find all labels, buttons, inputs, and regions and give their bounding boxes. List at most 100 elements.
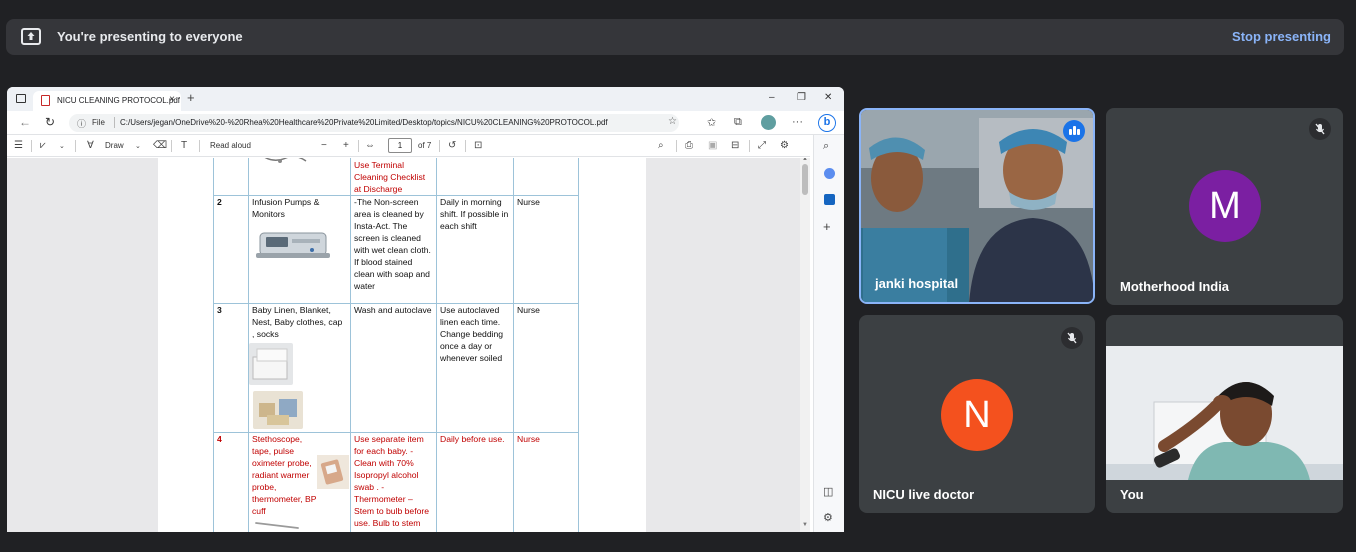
row-number: 4 [213, 432, 249, 532]
more-menu-icon[interactable]: ··· [792, 116, 803, 128]
item-text: Baby Linen, Blanket, Nest, Baby clothes,… [252, 305, 343, 339]
item-text: Stethoscope, tape, pulse oximeter probe,… [252, 434, 317, 516]
toolbar-divider [749, 140, 750, 152]
method-cell: Use separate item for each baby. -Clean … [350, 432, 437, 532]
pdf-toolbar: ☰ ⩗ ⌄ ∀ Draw ⌄ ⌫ T Read aloud − + ⇔ 1 of… [7, 135, 810, 157]
frequency-cell: Daily in morning shift. If possible in e… [436, 195, 514, 304]
print-icon[interactable]: ⎙ [685, 140, 693, 151]
favorites-icon[interactable]: ✩ [707, 116, 716, 129]
save-icon[interactable]: ▣ [708, 140, 717, 151]
tab-actions-icon[interactable] [16, 94, 26, 103]
zoom-in-button[interactable]: + [343, 140, 349, 151]
alcohol-swab-image [317, 455, 349, 489]
table-row: 3 Baby Linen, Blanket, Nest, Baby clothe… [213, 303, 579, 433]
tab-close-icon[interactable]: × [169, 94, 175, 105]
side-app-icon[interactable] [824, 168, 835, 179]
tab-nicu-pdf[interactable]: NICU CLEANING PROTOCOL.pdf × [33, 91, 181, 111]
save-as-icon[interactable]: ⊟ [731, 140, 739, 151]
zoom-out-button[interactable]: − [321, 140, 327, 151]
participant-tile-motherhood-india[interactable]: M Motherhood India [1106, 108, 1343, 305]
browser-titlebar: NICU CLEANING PROTOCOL.pdf × + – ❐ ✕ [7, 87, 844, 111]
pdf-viewer[interactable]: Use Terminal Cleaning Checklist at Disch… [7, 158, 810, 532]
page-view-icon[interactable]: ⊡ [474, 140, 482, 151]
contents-icon[interactable]: ☰ [14, 140, 23, 151]
stop-presenting-button[interactable]: Stop presenting [1232, 29, 1331, 44]
read-aloud-button[interactable]: Read aloud [210, 141, 251, 150]
favorite-star-icon[interactable]: ☆ [668, 116, 677, 127]
toolbar-divider [439, 140, 440, 152]
highlight-icon[interactable]: ⩗ [40, 140, 46, 151]
add-text-icon[interactable]: T [181, 140, 187, 151]
restore-button[interactable]: ❐ [797, 92, 806, 103]
item-cell: Infusion Pumps & Monitors [248, 195, 351, 304]
site-info-icon[interactable]: ⓘ [77, 117, 86, 130]
mic-off-icon [1061, 327, 1083, 349]
self-view-video [1106, 346, 1343, 480]
participant-tile-nicu-live-doctor[interactable]: N NICU live doctor [859, 315, 1095, 513]
item-cell: Baby Linen, Blanket, Nest, Baby clothes,… [248, 303, 351, 433]
participant-name: You [1120, 487, 1144, 502]
speaking-indicator-icon [1063, 120, 1085, 142]
minimize-button[interactable]: – [769, 92, 775, 103]
tab-title: NICU CLEANING PROTOCOL.pdf [57, 96, 180, 105]
address-bar: ← ↻ ⓘ File C:/Users/jegan/OneDrive%20-%2… [7, 111, 844, 135]
pdf-file-icon [41, 95, 50, 106]
toolbar-divider [75, 140, 76, 152]
linen-image [249, 343, 293, 385]
row-number: 3 [213, 303, 249, 433]
present-to-all-icon [21, 28, 41, 45]
scroll-thumb[interactable] [802, 164, 808, 195]
frequency-cell: Daily before use. [436, 432, 514, 532]
cleaning-protocol-table: Use Terminal Cleaning Checklist at Disch… [213, 158, 579, 532]
edge-side-panel: ⌕ + ◫ ⚙ [813, 135, 844, 532]
participant-name: Motherhood India [1120, 279, 1230, 294]
method-cell: Use Terminal Cleaning Checklist at Disch… [350, 158, 437, 196]
pdf-page: Use Terminal Cleaning Checklist at Disch… [158, 158, 646, 532]
close-window-button[interactable]: ✕ [824, 92, 832, 103]
new-tab-button[interactable]: + [187, 90, 195, 105]
responsible-cell: Nurse [513, 303, 579, 433]
draw-dropdown-icon[interactable]: ⌄ [135, 142, 141, 150]
item-cell [248, 158, 351, 196]
pdf-scrollbar[interactable]: ▲ ▼ [800, 158, 810, 532]
page-total: of 7 [418, 141, 432, 150]
infusion-pump-image [256, 232, 330, 258]
fit-page-icon[interactable]: ⇔ [365, 140, 375, 151]
reload-icon[interactable]: ↻ [45, 115, 55, 129]
pdf-settings-icon[interactable]: ⚙ [780, 140, 789, 151]
highlight-dropdown-icon[interactable]: ⌄ [59, 142, 65, 150]
sidebar-settings-icon[interactable]: ⚙ [823, 511, 833, 524]
toolbar-divider [676, 140, 677, 152]
item-text: Infusion Pumps & Monitors [252, 197, 320, 219]
responsible-cell [513, 158, 579, 196]
participant-tile-janki-hospital[interactable]: janki hospital [859, 108, 1095, 304]
avatar: N [941, 379, 1013, 451]
back-arrow-icon[interactable]: ← [19, 115, 31, 129]
participant-video [861, 110, 1093, 302]
bing-copilot-icon[interactable]: b [818, 114, 836, 132]
page-number-input[interactable]: 1 [388, 138, 412, 153]
participant-tile-you[interactable]: You [1106, 315, 1343, 513]
toolbar-divider [199, 140, 200, 152]
draw-icon[interactable]: ∀ [87, 140, 94, 151]
sidebar-toggle-icon[interactable]: ◫ [823, 485, 833, 498]
extension-icon[interactable] [761, 115, 776, 130]
participant-name: NICU live doctor [873, 487, 975, 502]
toolbar-divider [465, 140, 466, 152]
eraser-icon[interactable]: ⌫ [153, 140, 167, 151]
outlook-icon[interactable] [824, 194, 835, 205]
presenting-banner: You're presenting to everyone Stop prese… [6, 19, 1344, 55]
collections-icon[interactable]: ⧉ [734, 116, 742, 129]
fullscreen-icon[interactable]: ⤢ [758, 140, 766, 151]
scroll-down-icon[interactable]: ▼ [802, 522, 808, 528]
find-icon[interactable]: ⌕ [658, 140, 664, 151]
scroll-up-icon[interactable]: ▲ [802, 158, 808, 162]
toolbar-divider [358, 140, 359, 152]
rotate-icon[interactable]: ↺ [448, 140, 456, 151]
url-field[interactable]: ⓘ File C:/Users/jegan/OneDrive%20-%20Rhe… [69, 114, 679, 132]
shared-browser-window: NICU CLEANING PROTOCOL.pdf × + – ❐ ✕ ← ↻… [7, 87, 844, 532]
draw-label[interactable]: Draw [105, 141, 124, 150]
add-side-app-icon[interactable]: + [823, 219, 831, 234]
method-cell: Wash and autoclave [350, 303, 437, 433]
side-search-icon[interactable]: ⌕ [823, 140, 829, 153]
